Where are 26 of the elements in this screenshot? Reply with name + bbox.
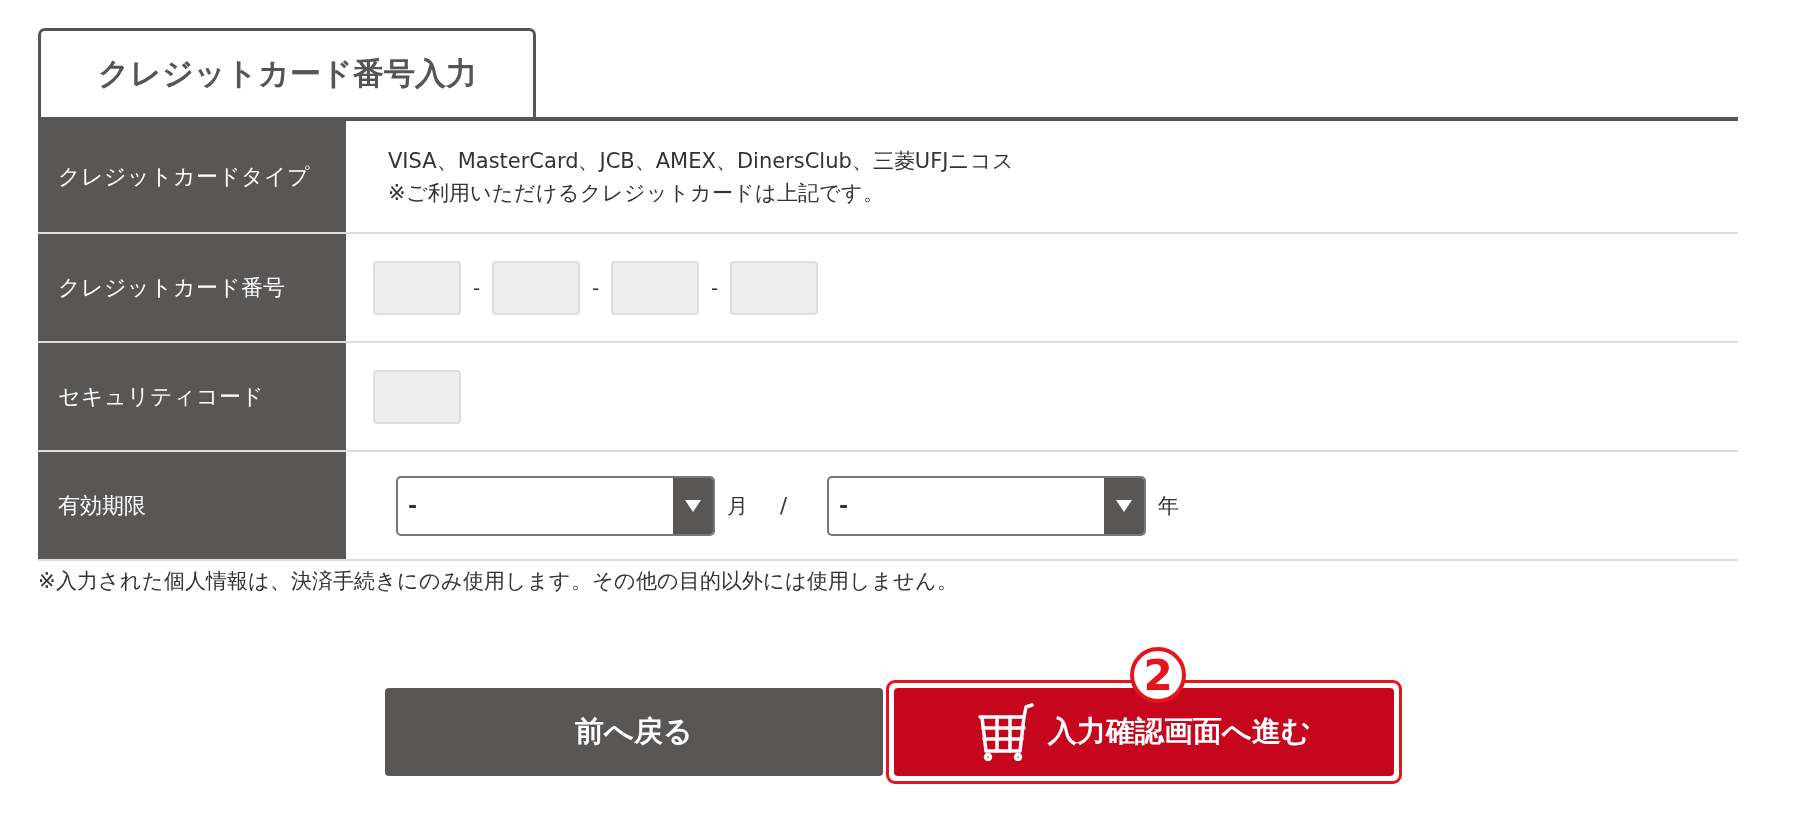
caret-icon — [684, 498, 702, 513]
dropdown-field[interactable]: - — [396, 475, 715, 536]
row-label: セキュリティコード — [38, 343, 346, 450]
cart-icon — [977, 703, 1034, 761]
separator-text: - — [709, 275, 720, 300]
separator-text: - — [590, 275, 601, 300]
step-badge: 2 — [1130, 647, 1186, 703]
input-field[interactable] — [611, 260, 699, 315]
row-label: クレジットカードタイプ — [38, 121, 346, 232]
privacy-note: ※入力された個人情報は、決済手続きにのみ使用します。その他の目的以外には使用しません。 — [38, 568, 959, 595]
back-button[interactable]: 前へ戻る — [385, 688, 883, 776]
row-label: 有効期限 — [38, 452, 346, 559]
card-type-text: ※ご利用いただけるクレジットカードは上記です。 — [388, 179, 885, 207]
dropdown-field[interactable]: - — [827, 475, 1147, 536]
section-tab[interactable]: クレジットカード番号入力 — [38, 28, 536, 117]
card-type-text: VISA、MasterCard、JCB、AMEX、DinersClub、三菱UFJニコス — [388, 147, 1015, 175]
unit-text: 月 — [727, 492, 748, 520]
input-field[interactable] — [492, 260, 580, 315]
unit-text: 年 — [1158, 492, 1180, 520]
input-field[interactable] — [373, 260, 461, 315]
caret-icon — [1115, 498, 1134, 513]
input-field[interactable] — [730, 260, 818, 315]
input-field[interactable] — [373, 369, 461, 424]
separator-text: / — [780, 493, 788, 518]
row-label: クレジットカード番号 — [38, 234, 346, 341]
separator-text: - — [471, 275, 482, 300]
